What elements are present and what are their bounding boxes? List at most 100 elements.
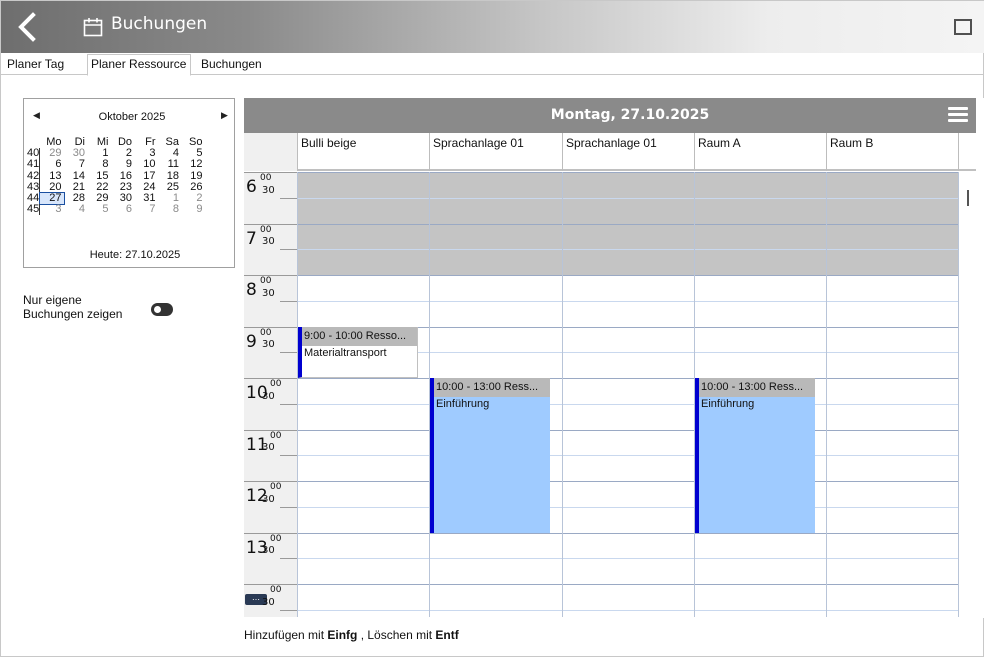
week-number[interactable]: 41 [27,159,40,171]
half-hour-label: 30 [262,493,275,505]
calendar-grid: Mo Di Mi Do Fr Sa So 40 29 30 1 2 3 4 5 41 6 7 8 9 10 11 12 42 1… [27,136,205,216]
column-gridline [826,172,827,617]
tab-planer-tag[interactable]: Planer Tag [4,55,68,75]
column-gridline [958,172,959,617]
hint-text-delete: , Löschen mit [357,628,436,642]
own-bookings-label: Nur eigene Buchungen zeigen [23,293,123,321]
title-bar: Buchungen [1,1,984,53]
half-hour-tick [280,249,297,251]
prev-month-button[interactable]: ◀ [33,111,40,121]
month-title[interactable]: Oktober 2025 [82,111,182,123]
hour-gridline [297,378,958,379]
hour-minutes-label: 00 [270,482,282,492]
half-hour-tick [280,352,297,354]
calendar-day[interactable]: 8 [158,203,182,215]
resource-header-spacer [958,133,976,171]
keyboard-hint: Hinzufügen mit Einfg , Löschen mit Entf [244,628,459,642]
app-window: Buchungen Planer Tag Planer Ressource Bu… [0,0,984,657]
hour-minutes-label: 00 [270,430,282,441]
calendar-day[interactable]: 3 [40,203,64,215]
calendar-day[interactable]: 6 [40,159,64,170]
time-gutter-header [244,133,297,171]
mini-calendar: ◀ Oktober 2025 ▶ Mo Di Mi Do Fr Sa So 40 29 30 1 2 3… [23,98,235,268]
hour-label: 8 [246,280,257,300]
tab-planer-ressource[interactable]: Planer Ressource [87,54,192,76]
resource-header-sprachanlage-1[interactable]: Sprachanlage 01 [429,133,562,171]
resource-header-sprachanlage-2[interactable]: Sprachanlage 01 [562,133,694,171]
own-bookings-toggle[interactable] [151,303,173,316]
hour-gridline [297,429,958,431]
resource-header-raum-a[interactable]: Raum A [694,133,826,171]
resource-header: Bulli beige Sprachanlage 01 Sprachanlage… [244,133,976,171]
appointment[interactable]: 10:00 - 13:00 Ress... Einführung [430,378,550,533]
hamburger-menu-icon[interactable] [948,107,968,123]
resource-header-bulli-beige[interactable]: Bulli beige [297,133,429,171]
planner-date-title: Montag, 27.10.2025 [550,107,710,123]
vertical-scrollbar[interactable] [962,172,976,617]
calendar-day[interactable]: 4 [64,203,88,215]
appointment[interactable]: 10:00 - 13:00 Ress... Einführung [695,378,815,533]
calendar-day[interactable]: 11 [158,159,182,170]
hour-minutes-label: 00 [260,327,272,338]
hour-minutes-label: 00 [270,533,282,544]
hint-key-delete: Entf [435,628,459,642]
hint-text-add: Hinzufügen mit [244,628,328,642]
half-hour-gridline [297,300,958,302]
column-gridline [297,172,298,617]
hour-gridline [297,172,958,173]
hour-minutes-label: 00 [260,173,272,183]
half-hour-label: 30 [262,390,275,402]
hour-minutes-label: 00 [260,276,272,286]
hour-label: 6 [246,177,257,197]
hour-gridline [297,584,958,585]
calendar-day[interactable]: 7 [134,203,158,215]
half-hour-gridline [297,403,958,405]
calendar-day[interactable]: 10 [134,159,158,170]
half-hour-gridline [297,249,958,251]
hour-gridline [297,223,958,225]
tab-bar: Planer Tag Planer Ressource Buchungen [1,53,984,76]
half-hour-tick [280,558,297,560]
next-month-button[interactable]: ▶ [221,111,228,121]
half-hour-tick [280,506,297,508]
back-button[interactable] [11,11,45,43]
tab-buchungen[interactable]: Buchungen [198,55,266,75]
maximize-button[interactable] [954,19,972,35]
week-number[interactable]: 45 [27,203,40,216]
hour-label: 9 [246,331,257,352]
window-title: Buchungen [111,14,208,34]
toggle-knob [154,306,161,313]
calendar-week-row: 45 3 4 5 6 7 8 9 [27,203,205,216]
half-hour-label: 30 [262,287,275,299]
half-hour-gridline [297,558,958,560]
calendar-day[interactable]: 6 [111,203,135,215]
right-strip [976,98,984,618]
planner-grid[interactable]: 6 00 30 7 00 30 8 00 30 9 00 30 10 00 30 11 00 30 12 00 30 13… [244,172,976,617]
hour-gridline [297,481,958,482]
appointment-title: Einführung [701,398,755,410]
calendar-day[interactable]: 7 [64,159,88,170]
resource-header-raum-b[interactable]: Raum B [826,133,958,171]
calendar-day[interactable]: 12 [181,159,205,170]
calendar-day[interactable]: 9 [111,159,135,170]
calendar-day[interactable]: 5 [87,203,111,215]
calendar-icon [83,18,103,37]
today-label[interactable]: Heute: 27.10.2025 [24,249,236,261]
scrollbar-thumb[interactable] [967,190,969,206]
appointment-title: Materialtransport [304,346,387,359]
hour-gridline [297,532,958,534]
half-hour-tick [280,197,297,199]
appointment-time-header: 10:00 - 13:00 Ress... [434,378,550,397]
half-hour-gridline [297,609,958,611]
half-hour-tick [280,455,297,457]
column-gridline [562,172,563,617]
calendar-day[interactable]: 8 [87,159,111,170]
half-hour-tick [280,403,297,405]
calendar-week-row: 41 6 7 8 9 10 11 12 [27,159,205,171]
appointment[interactable]: 9:00 - 10:00 Resso... Materialtransport [298,326,418,378]
time-gutter: 6 00 30 7 00 30 8 00 30 9 00 30 10 00 30 11 00 30 12 00 30 13… [244,172,297,617]
calendar-day[interactable]: 9 [181,203,205,215]
hour-minutes-label: 00 [260,224,272,235]
half-hour-gridline [297,197,958,199]
half-hour-tick [280,609,297,611]
